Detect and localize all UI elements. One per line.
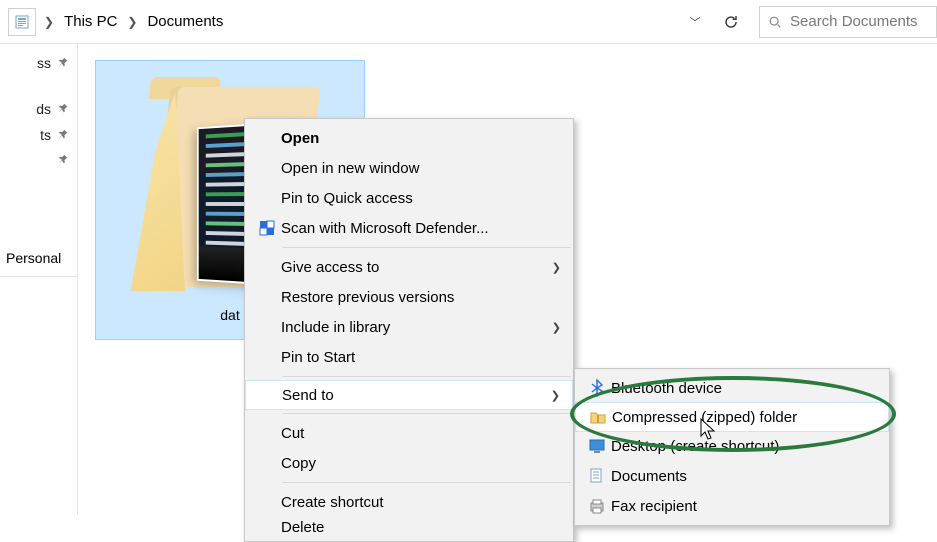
menu-item-desktop-shortcut[interactable]: Desktop (create shortcut) xyxy=(575,431,889,461)
menu-item-copy[interactable]: Copy xyxy=(245,448,573,478)
documents-icon xyxy=(583,467,611,485)
history-dropdown-button[interactable]: ﹀ xyxy=(677,6,713,38)
menu-separator xyxy=(283,482,571,483)
search-placeholder: Search Documents xyxy=(790,13,918,30)
chevron-right-icon: ❯ xyxy=(551,389,560,402)
menu-item-open[interactable]: Open xyxy=(245,123,573,153)
menu-separator xyxy=(283,413,571,414)
desktop-icon xyxy=(583,437,611,455)
address-bar: ❯ This PC ❯ Documents ﹀ Search Documents xyxy=(0,0,937,44)
chevron-right-icon: ❯ xyxy=(552,261,561,274)
menu-item-fax[interactable]: Fax recipient xyxy=(575,491,889,521)
pin-icon xyxy=(57,128,71,142)
navigation-sidebar: ss ds ts Personal xyxy=(0,44,78,515)
send-to-submenu: Bluetooth device Compressed (zipped) fol… xyxy=(574,368,890,526)
menu-item-bluetooth[interactable]: Bluetooth device xyxy=(575,373,889,403)
menu-item-send-to[interactable]: Send to ❯ xyxy=(245,380,573,410)
refresh-button[interactable] xyxy=(713,6,749,38)
pin-icon xyxy=(57,153,71,167)
menu-separator xyxy=(283,247,571,248)
folder-label: dat xyxy=(220,307,239,323)
menu-item-open-new-window[interactable]: Open in new window xyxy=(245,153,573,183)
zip-folder-icon xyxy=(584,408,612,426)
fax-icon xyxy=(583,497,611,515)
sidebar-item[interactable]: ts xyxy=(0,122,77,148)
menu-item-give-access[interactable]: Give access to ❯ xyxy=(245,252,573,282)
sidebar-item[interactable] xyxy=(0,148,77,172)
chevron-right-icon[interactable]: ❯ xyxy=(119,15,145,29)
menu-item-pin-quick-access[interactable]: Pin to Quick access xyxy=(245,183,573,213)
sidebar-section-personal[interactable]: Personal xyxy=(0,242,77,272)
menu-item-delete[interactable]: Delete xyxy=(245,517,573,537)
search-input[interactable]: Search Documents xyxy=(759,6,937,38)
menu-item-include-library[interactable]: Include in library ❯ xyxy=(245,312,573,342)
sidebar-item[interactable]: ss xyxy=(0,50,77,76)
location-icon[interactable] xyxy=(8,8,36,36)
breadcrumb-this-pc[interactable]: This PC xyxy=(62,9,119,34)
menu-item-restore-versions[interactable]: Restore previous versions xyxy=(245,282,573,312)
menu-item-cut[interactable]: Cut xyxy=(245,418,573,448)
menu-separator xyxy=(283,376,571,377)
context-menu: Open Open in new window Pin to Quick acc… xyxy=(244,118,574,542)
menu-item-documents[interactable]: Documents xyxy=(575,461,889,491)
shield-icon xyxy=(253,219,281,237)
pin-icon xyxy=(57,102,71,116)
pin-icon xyxy=(57,56,71,70)
breadcrumb-documents[interactable]: Documents xyxy=(145,9,225,34)
bluetooth-icon xyxy=(583,379,611,397)
chevron-right-icon[interactable]: ❯ xyxy=(36,15,62,29)
menu-item-create-shortcut[interactable]: Create shortcut xyxy=(245,487,573,517)
menu-item-scan-defender[interactable]: Scan with Microsoft Defender... xyxy=(245,213,573,243)
chevron-right-icon: ❯ xyxy=(552,321,561,334)
sidebar-item[interactable]: ds xyxy=(0,96,77,122)
menu-item-pin-start[interactable]: Pin to Start xyxy=(245,342,573,372)
menu-item-compressed-folder[interactable]: Compressed (zipped) folder xyxy=(575,402,889,432)
